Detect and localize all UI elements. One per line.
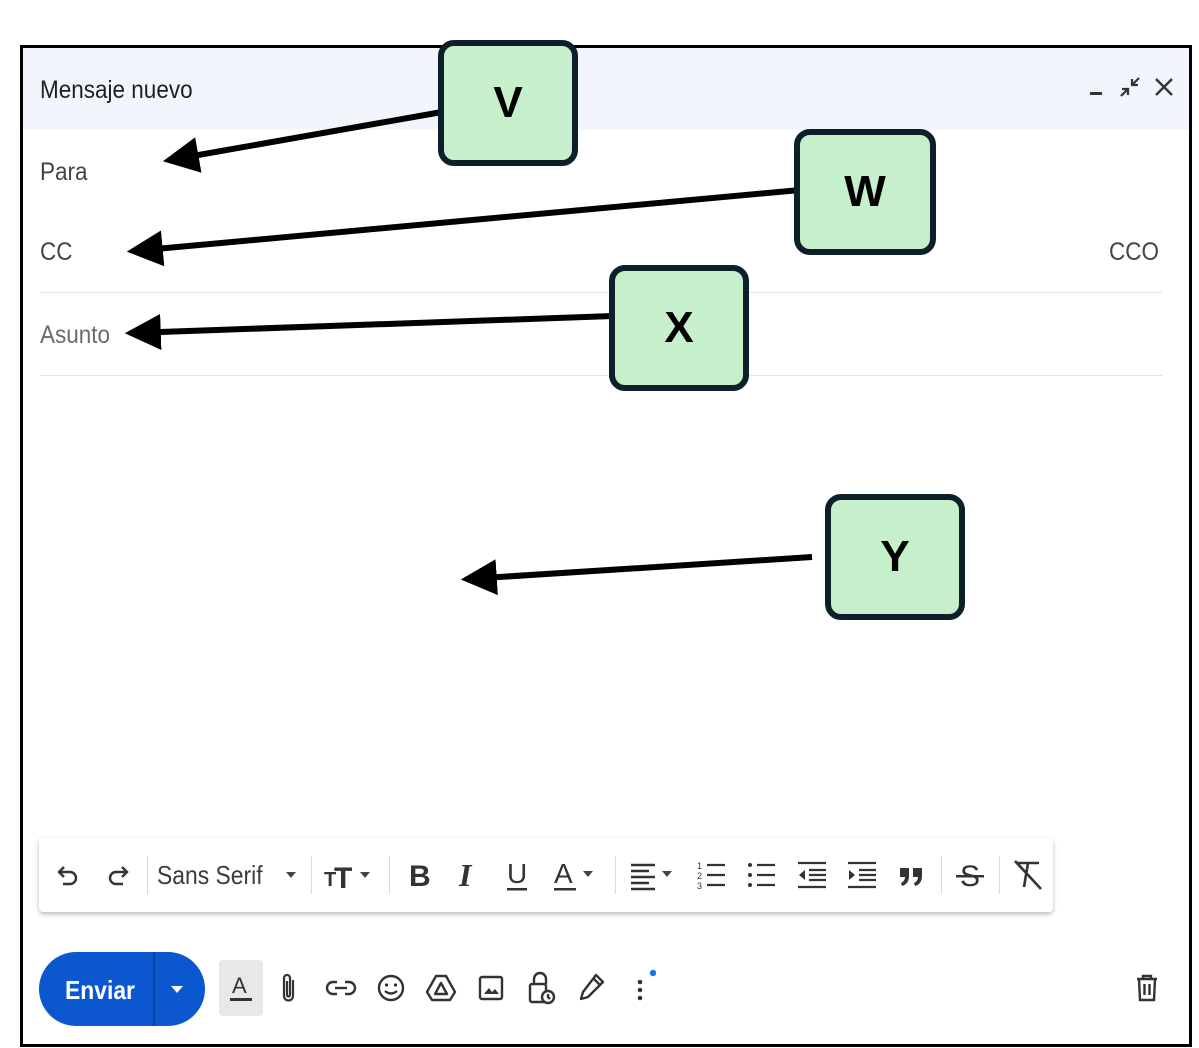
arrow-w	[126, 187, 801, 267]
arrow-x	[124, 313, 614, 350]
callout-x: X	[609, 265, 749, 391]
arrow-v	[162, 109, 443, 173]
annotation-arrows	[124, 109, 813, 596]
callout-y: Y	[825, 494, 965, 620]
arrow-y	[460, 554, 813, 596]
callout-w: W	[794, 129, 936, 255]
callout-v: V	[438, 40, 578, 166]
